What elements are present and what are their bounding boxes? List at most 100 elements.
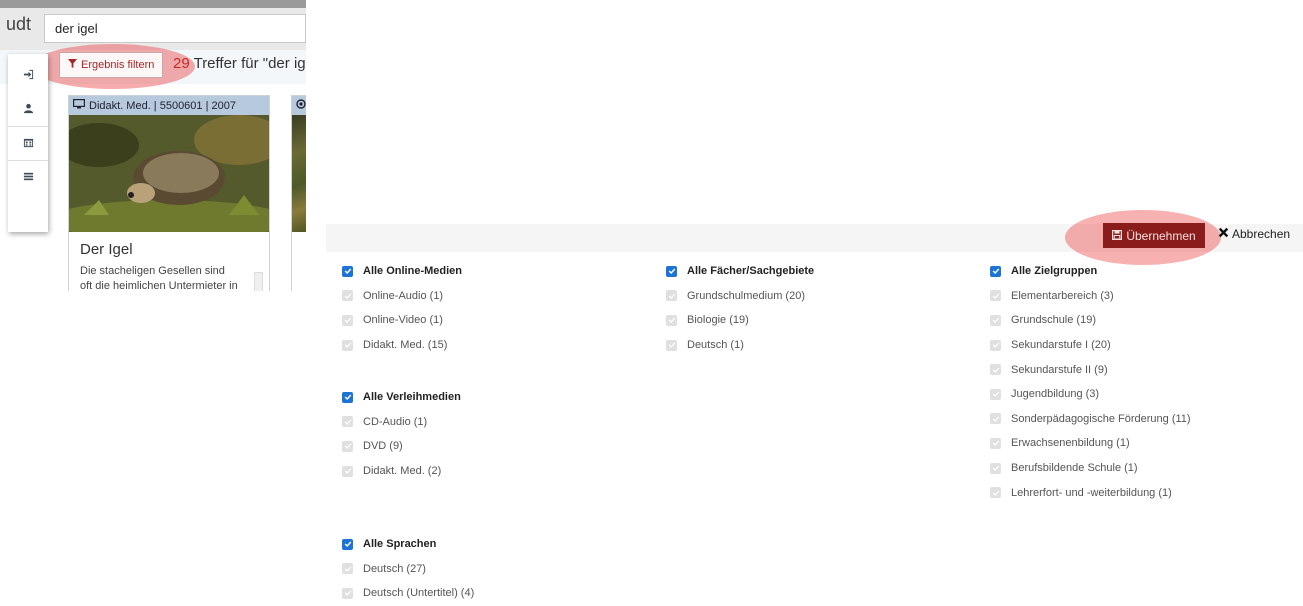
filter-group-toggle[interactable]: Alle Zielgruppen: [990, 259, 1191, 284]
checkbox-disabled-icon[interactable]: [342, 440, 353, 452]
filter-option[interactable]: Sekundarstufe II (9): [990, 357, 1191, 382]
filter-option-label: Deutsch (Untertitel) (4): [363, 587, 475, 600]
card-meta-bar: Didakt. Med. | 5500601 | 2007: [69, 96, 269, 115]
filter-option[interactable]: Sekundarstufe I (20): [990, 333, 1191, 358]
apply-button-label: Übernehmen: [1126, 228, 1196, 243]
filter-option-label: Didakt. Med. (15): [363, 339, 448, 352]
filter-option-label: Didakt. Med. (2): [363, 465, 442, 478]
save-icon: [1112, 229, 1123, 243]
cancel-button[interactable]: Abbrechen: [1218, 227, 1290, 241]
sign-in-icon[interactable]: [8, 58, 48, 90]
user-icon[interactable]: [8, 92, 48, 124]
checkbox-disabled-icon[interactable]: [990, 413, 1001, 425]
filter-option-label: Sonderpädagogische Förderung (11): [1011, 412, 1191, 425]
filter-option[interactable]: Sonderpädagogische Förderung (11): [990, 407, 1191, 432]
filter-option[interactable]: Jugendbildung (3): [990, 382, 1191, 407]
filter-option[interactable]: Berufsbildende Schule (1): [990, 456, 1191, 481]
checkbox-disabled-icon[interactable]: [342, 339, 353, 351]
filter-results-button[interactable]: Ergebnis filtern: [59, 52, 164, 78]
list-icon[interactable]: [8, 160, 48, 192]
checkbox-disabled-icon[interactable]: [666, 339, 677, 351]
filter-option[interactable]: Deutsch (Untertitel) (4): [342, 581, 474, 606]
card-description: Die stacheligen Gesellen sind oft die he…: [80, 265, 238, 291]
filter-option[interactable]: CD-Audio (1): [342, 410, 461, 435]
filter-group-languages: Alle Sprachen Deutsch (27) Deutsch (Unte…: [342, 532, 474, 606]
filter-group-heading: Alle Online-Medien: [363, 265, 463, 278]
media-card[interactable]: [291, 95, 306, 291]
filter-option[interactable]: Didakt. Med. (15): [342, 333, 462, 358]
filter-option[interactable]: Biologie (19): [666, 308, 814, 333]
filter-option[interactable]: Grundschulmedium (20): [666, 284, 814, 309]
filter-group-toggle[interactable]: Alle Fächer/Sachgebiete: [666, 259, 814, 284]
filter-group-lending-media: Alle Verleihmedien CD-Audio (1) DVD (9) …: [342, 385, 461, 483]
filter-option[interactable]: Erwachsenenbildung (1): [990, 431, 1191, 456]
filter-option[interactable]: Didakt. Med. (2): [342, 459, 461, 484]
checkbox-disabled-icon[interactable]: [666, 290, 677, 302]
filter-option-label: Deutsch (27): [363, 562, 426, 575]
filter-option-label: Sekundarstufe I (20): [1011, 339, 1111, 352]
filter-option-label: Sekundarstufe II (9): [1011, 363, 1108, 376]
checkbox-disabled-icon[interactable]: [342, 587, 353, 599]
card-meta-bar: [292, 96, 306, 115]
filter-option-label: DVD (9): [363, 440, 403, 453]
filter-group-heading: Alle Sprachen: [363, 538, 437, 551]
filter-option-label: Erwachsenenbildung (1): [1011, 437, 1130, 450]
checkbox-disabled-icon[interactable]: [342, 465, 353, 477]
checkbox-disabled-icon[interactable]: [990, 314, 1001, 326]
checkbox-checked-icon[interactable]: [342, 538, 353, 550]
filter-group-heading: Alle Verleihmedien: [363, 391, 461, 404]
checkbox-disabled-icon[interactable]: [342, 314, 353, 326]
filter-group-target-groups: Alle Zielgruppen Elementarbereich (3) Gr…: [990, 259, 1191, 505]
filter-group-online-media: Alle Online-Medien Online-Audio (1) Onli…: [342, 259, 462, 357]
checkbox-checked-icon[interactable]: [342, 391, 353, 403]
checkbox-disabled-icon[interactable]: [990, 388, 1001, 400]
filter-option[interactable]: Online-Video (1): [342, 308, 462, 333]
filter-option[interactable]: Elementarbereich (3): [990, 284, 1191, 309]
filter-option-label: Berufsbildende Schule (1): [1011, 462, 1138, 475]
checkbox-checked-icon[interactable]: [342, 265, 353, 277]
monitor-icon: [73, 99, 86, 112]
filter-option[interactable]: Deutsch (27): [342, 557, 474, 582]
filter-group-toggle[interactable]: Alle Sprachen: [342, 532, 474, 557]
checkbox-disabled-icon[interactable]: [990, 487, 1001, 499]
close-icon: [1218, 227, 1229, 241]
filter-group-toggle[interactable]: Alle Online-Medien: [342, 259, 462, 284]
checkbox-disabled-icon[interactable]: [342, 290, 353, 302]
result-count-number: 29: [173, 55, 190, 72]
filter-option-label: CD-Audio (1): [363, 415, 428, 428]
checkbox-disabled-icon[interactable]: [990, 462, 1001, 474]
checkbox-disabled-icon[interactable]: [342, 563, 353, 575]
filter-option-label: Lehrerfort- und -weiterbildung (1): [1011, 486, 1172, 499]
checkbox-checked-icon[interactable]: [990, 265, 1001, 277]
filter-option[interactable]: Online-Audio (1): [342, 284, 462, 309]
filter-option-label: Online-Audio (1): [363, 289, 444, 302]
filter-group-subjects: Alle Fächer/Sachgebiete Grundschulmedium…: [666, 259, 814, 357]
card-scrollbar[interactable]: [254, 272, 263, 291]
filter-group-toggle[interactable]: Alle Verleihmedien: [342, 385, 461, 410]
filter-option[interactable]: Lehrerfort- und -weiterbildung (1): [990, 480, 1191, 505]
checkbox-disabled-icon[interactable]: [342, 416, 353, 428]
brand-text-fragment: udt: [6, 14, 32, 34]
filter-option-label: Biologie (19): [687, 314, 749, 327]
search-input[interactable]: [44, 14, 306, 43]
play-circle-icon: [296, 99, 306, 112]
checkbox-disabled-icon[interactable]: [990, 339, 1001, 351]
apply-button[interactable]: Übernehmen: [1103, 223, 1205, 248]
cancel-button-label: Abbrechen: [1232, 227, 1291, 241]
filter-option[interactable]: DVD (9): [342, 434, 461, 459]
calendar-icon[interactable]: [8, 126, 48, 158]
checkbox-disabled-icon[interactable]: [990, 437, 1001, 449]
checkbox-disabled-icon[interactable]: [990, 290, 1001, 302]
checkbox-disabled-icon[interactable]: [990, 364, 1001, 376]
filter-group-heading: Alle Zielgruppen: [1011, 265, 1098, 278]
results-page-crop: udt Ergebnis filtern 29 Treffer für "der…: [0, 0, 306, 291]
filter-option[interactable]: Deutsch (1): [666, 333, 814, 358]
media-card[interactable]: Didakt. Med. | 5500601 | 2007 Der Igel D…: [68, 95, 270, 291]
navbar-strip: [0, 0, 306, 8]
side-menu: [8, 54, 48, 232]
filter-option-label: Jugendbildung (3): [1011, 388, 1100, 401]
filter-option[interactable]: Grundschule (19): [990, 308, 1191, 333]
checkbox-disabled-icon[interactable]: [666, 314, 677, 326]
checkbox-checked-icon[interactable]: [666, 265, 677, 277]
card-title: Der Igel: [80, 241, 133, 258]
